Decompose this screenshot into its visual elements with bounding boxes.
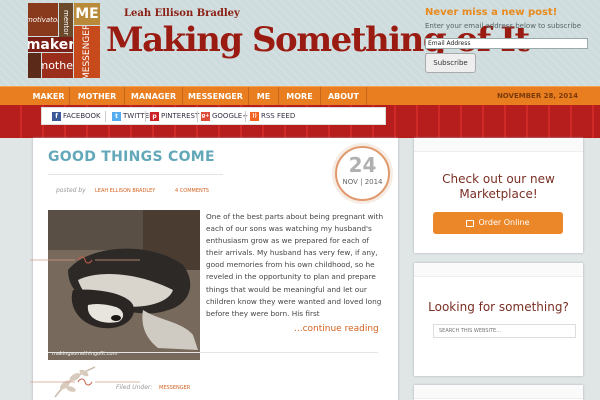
divider — [245, 111, 246, 122]
social-link-pinterest[interactable]: p PINTEREST — [150, 110, 199, 122]
divider — [105, 111, 106, 122]
post-photo[interactable]: makingsomethingofit.com — [48, 210, 200, 360]
twitter-icon: t — [112, 111, 121, 121]
social-link-twitter[interactable]: t TWITTER — [112, 110, 154, 122]
post-title[interactable]: GOOD THINGS COME — [48, 149, 215, 165]
divider — [145, 111, 146, 122]
pinterest-icon: p — [150, 111, 159, 121]
post-date-day: 24 — [348, 153, 377, 177]
search-widget: Looking for something? — [414, 263, 583, 376]
main-nav: MAKER MOTHER MANAGER MESSENGER ME MORE A… — [0, 86, 600, 106]
widget-top-bar — [414, 138, 583, 152]
nav-item-about[interactable]: ABOUT — [321, 87, 367, 106]
site-byline[interactable]: Leah Ellison Bradley — [124, 8, 240, 19]
social-link-google-plus[interactable]: g+ GOOGLE+ — [201, 110, 248, 122]
logo-tile-messenger: MESSENGER — [74, 26, 100, 78]
flourish-divider-icon — [30, 256, 140, 264]
logo-tile-mother: mother — [42, 53, 73, 78]
marketplace-widget: Check out our new Marketplace! Order Onl… — [414, 138, 583, 253]
widget-top-bar — [414, 263, 583, 277]
divider — [197, 111, 198, 122]
social-label: PINTEREST — [161, 112, 200, 120]
logo-tile-motivator: motivator — [28, 3, 58, 36]
nav-item-messenger[interactable]: MESSENGER — [183, 87, 249, 106]
subscribe-text: Enter your email address below to subscr… — [425, 22, 582, 30]
sidebar-widget — [414, 385, 583, 400]
site-logo[interactable]: motivator mentor ME maker MESSENGER moth… — [28, 3, 100, 78]
subscribe-button[interactable]: Subscribe — [425, 53, 476, 73]
post-excerpt: One of the best parts about being pregna… — [206, 212, 384, 318]
nav-item-more[interactable]: MORE — [279, 87, 321, 106]
search-input[interactable] — [433, 324, 576, 338]
current-date: NOVEMBER 28, 2014 — [496, 92, 578, 100]
sleeping-dog-image — [48, 210, 200, 360]
nav-item-maker[interactable]: MAKER — [28, 87, 70, 106]
post-date-badge: 24 NOV | 2014 — [335, 146, 390, 201]
social-label: GOOGLE+ — [212, 112, 249, 120]
post-date-month-year: NOV | 2014 — [342, 178, 383, 186]
continue-reading-link[interactable]: ...continue reading — [294, 324, 379, 334]
nav-item-mother[interactable]: MOTHER — [70, 87, 125, 106]
post-comments-link[interactable]: 4 COMMENTS — [175, 188, 209, 194]
subscribe-title: Never miss a new post! — [425, 7, 558, 18]
post-author-link[interactable]: LEAH ELLISON BRADLEY — [95, 188, 155, 194]
order-online-label: Order Online — [478, 218, 530, 227]
divider — [48, 174, 223, 175]
divider — [48, 352, 378, 353]
nav-item-me[interactable]: ME — [249, 87, 279, 106]
logo-tile-maker: maker — [28, 37, 73, 52]
cart-icon — [466, 219, 475, 227]
category-link[interactable]: MESSENGER — [159, 385, 190, 391]
marketplace-heading: Check out our new Marketplace! — [442, 172, 555, 201]
flourish-divider-icon — [30, 378, 140, 386]
facebook-icon: f — [52, 111, 61, 121]
widget-top-bar — [414, 385, 583, 399]
social-links-bar: f FACEBOOK t TWITTER p PINTEREST g+ GOOG… — [41, 107, 386, 125]
google-plus-icon: g+ — [201, 111, 210, 121]
logo-tile-me: ME — [74, 3, 100, 25]
nav-item-manager[interactable]: MANAGER — [125, 87, 183, 106]
subscribe-widget: Never miss a new post! Enter your email … — [425, 7, 595, 73]
social-label: FACEBOOK — [63, 112, 101, 120]
social-label: RSS FEED — [261, 112, 296, 120]
order-online-button[interactable]: Order Online — [433, 212, 563, 234]
social-link-rss[interactable]: )) RSS FEED — [250, 110, 295, 122]
email-field[interactable] — [425, 38, 588, 49]
search-heading: Looking for something? — [428, 300, 569, 314]
blog-post: GOOD THINGS COME posted by LEAH ELLISON … — [33, 138, 398, 400]
social-link-facebook[interactable]: f FACEBOOK — [52, 110, 101, 122]
logo-tile-blank — [28, 53, 41, 78]
posted-by-label: posted by — [56, 187, 86, 194]
rss-icon: )) — [250, 111, 259, 121]
site-header: motivator mentor ME maker MESSENGER moth… — [0, 0, 600, 86]
